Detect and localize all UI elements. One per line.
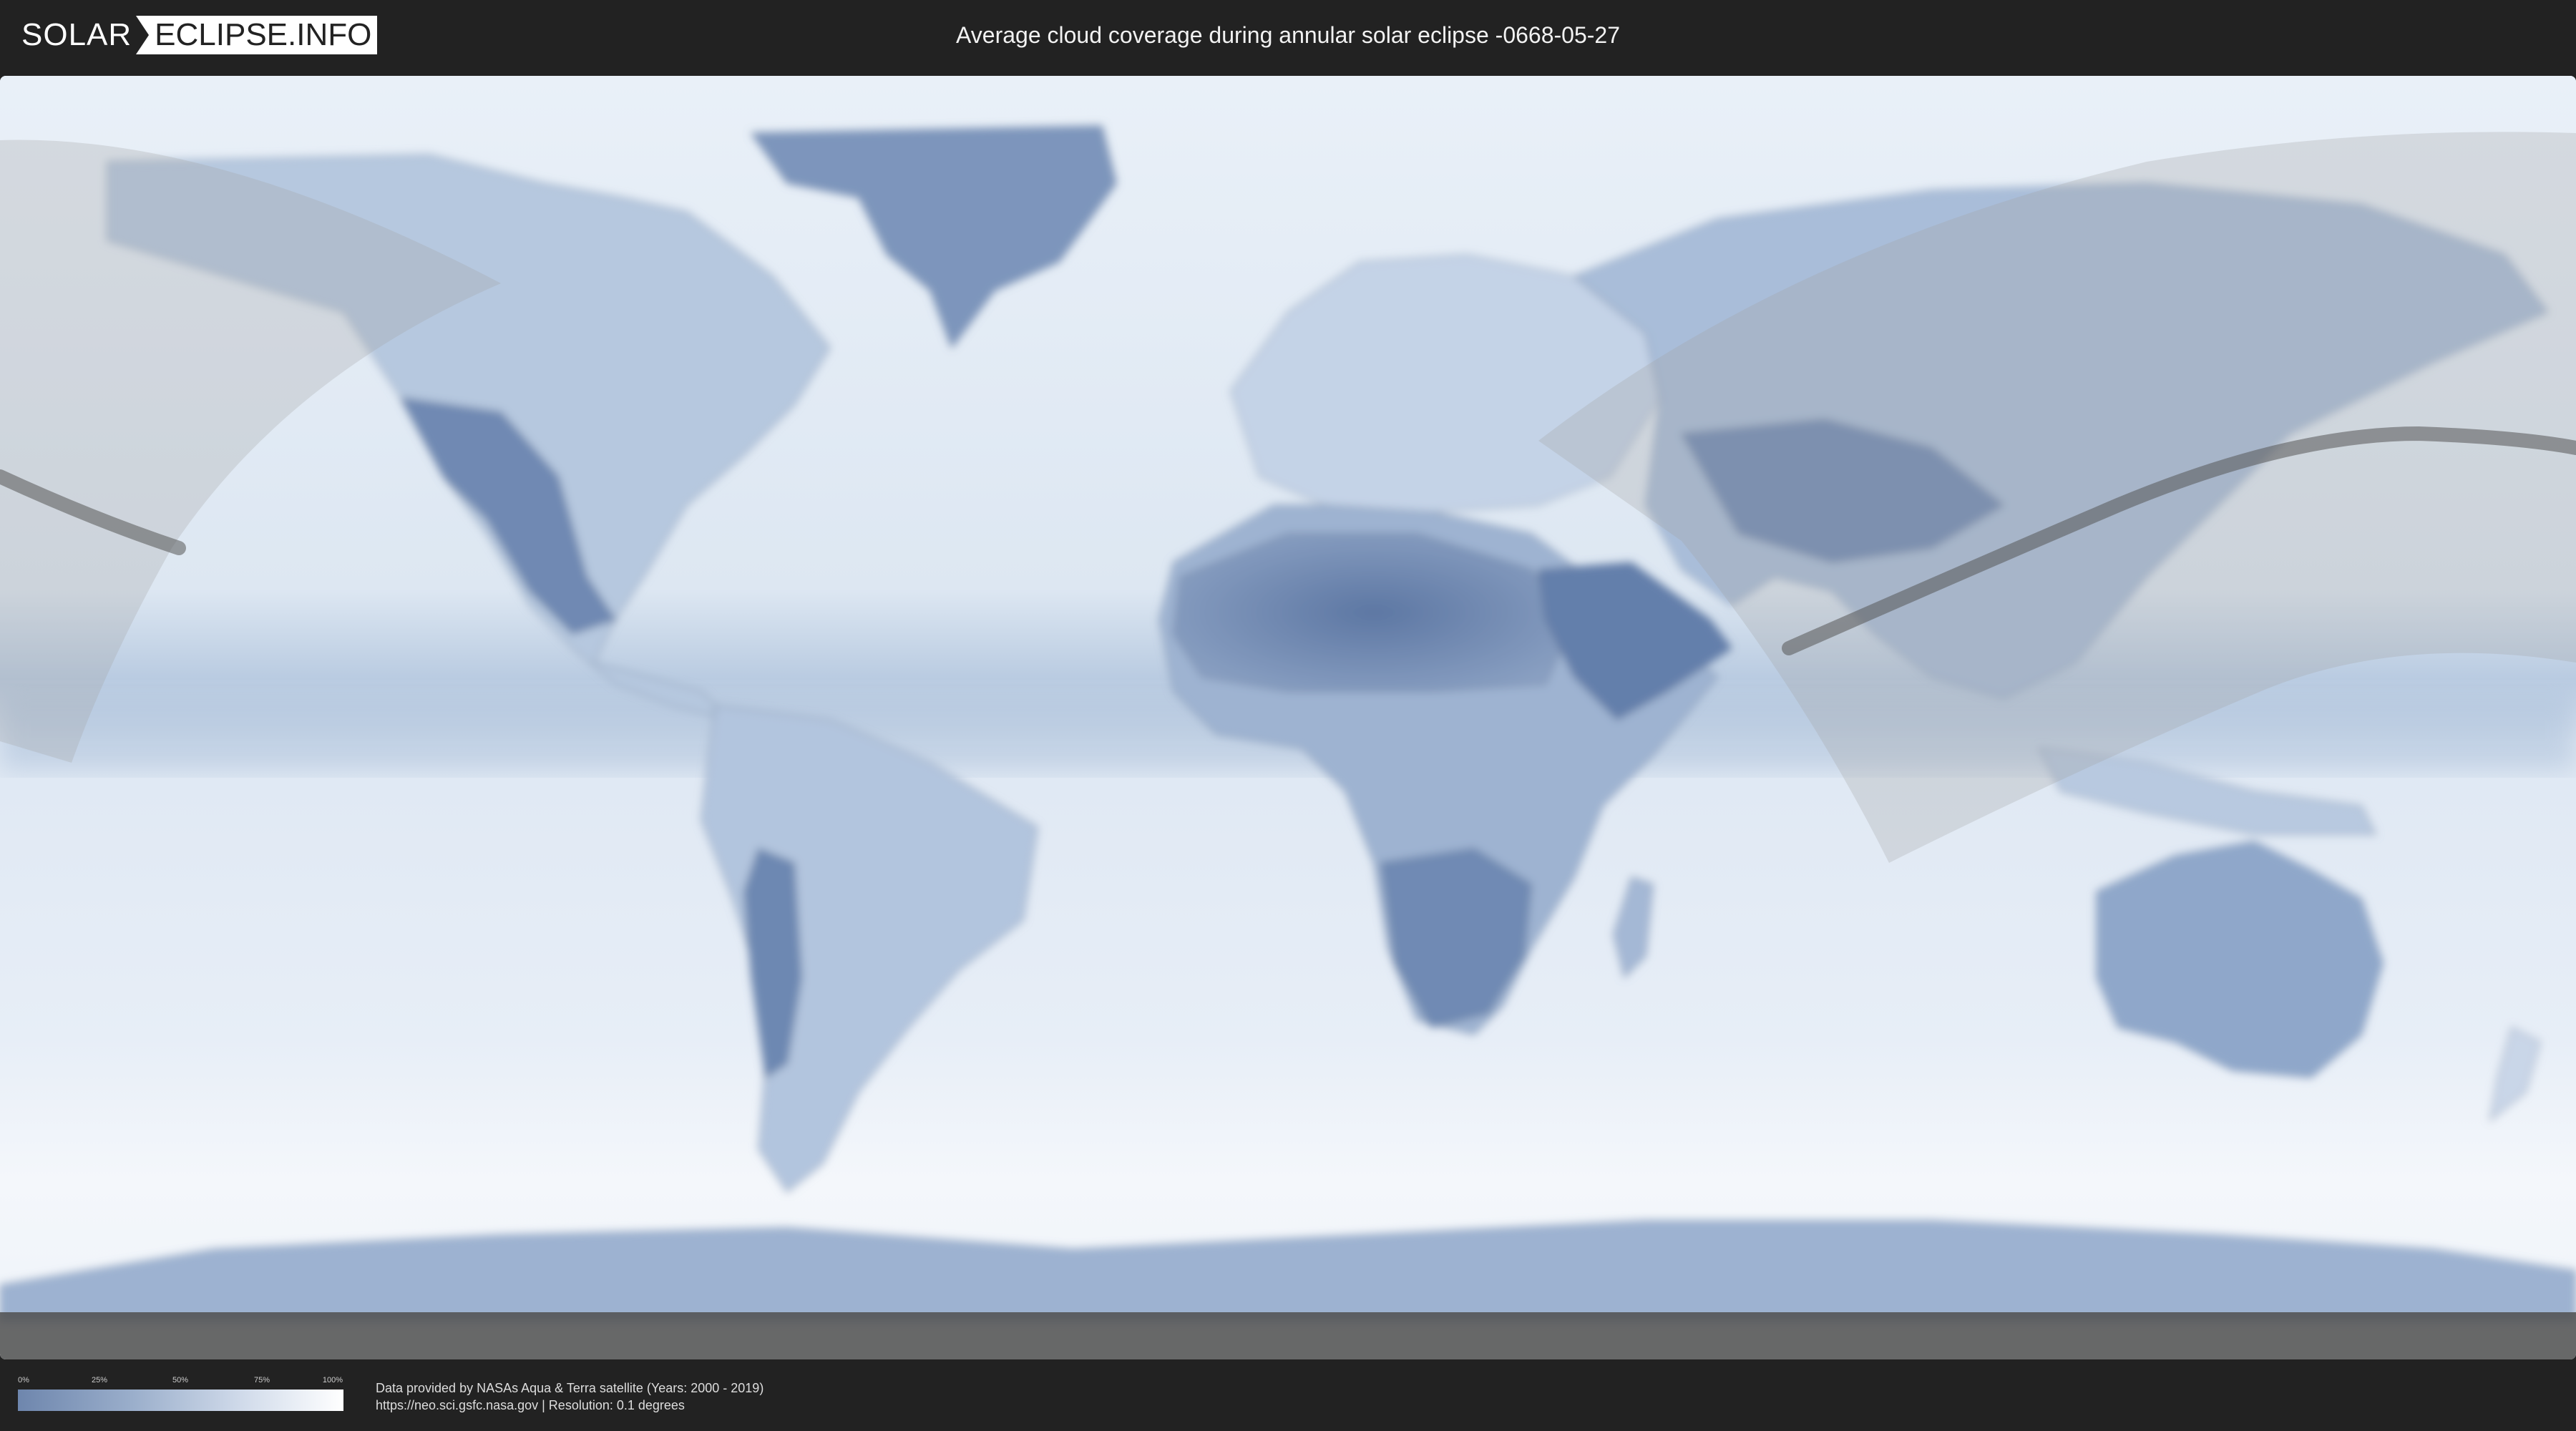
legend-color-bar: [18, 1390, 343, 1411]
footer-bar: 0% 25% 50% 75% 100% Data provided by NAS…: [0, 1359, 2576, 1431]
cloud-coverage-map[interactable]: [0, 76, 2576, 1359]
map-bottom-edge: [0, 1312, 2576, 1359]
legend-tick-100: 100%: [322, 1376, 343, 1384]
legend-tick-75: 75%: [253, 1376, 270, 1384]
data-credits: Data provided by NASAs Aqua & Terra sate…: [376, 1379, 763, 1414]
header-bar: SOLAR ECLIPSE.INFO Average cloud coverag…: [0, 0, 2576, 70]
credits-source: Data provided by NASAs Aqua & Terra sate…: [376, 1381, 764, 1395]
cloud-coverage-legend: 0% 25% 50% 75% 100%: [18, 1375, 343, 1415]
credits-url[interactable]: https://neo.sci.gsfc.nasa.gov | Resoluti…: [376, 1397, 763, 1414]
page: SOLAR ECLIPSE.INFO Average cloud coverag…: [0, 0, 2576, 1431]
legend-tick-0: 0%: [18, 1376, 29, 1384]
legend-tick-25: 25%: [91, 1376, 108, 1384]
page-title: Average cloud coverage during annular so…: [956, 22, 1620, 48]
legend-tick-50: 50%: [172, 1376, 189, 1384]
